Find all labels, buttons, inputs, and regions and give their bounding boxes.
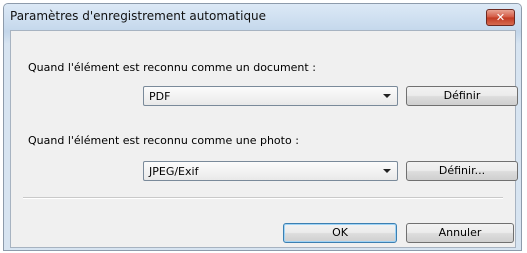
photo-format-select[interactable]: JPEG/Exif — [143, 161, 398, 181]
document-format-value: PDF — [149, 90, 171, 103]
close-button[interactable]: ✕ — [486, 9, 515, 26]
document-format-select[interactable]: PDF — [143, 86, 398, 106]
close-icon: ✕ — [495, 11, 506, 24]
cancel-button[interactable]: Annuler — [406, 223, 514, 243]
chevron-down-icon — [383, 94, 391, 98]
title-bar[interactable]: Paramètres d'enregistrement automatique … — [4, 4, 521, 30]
separator — [23, 197, 503, 199]
photo-define-button[interactable]: Définir... — [406, 161, 518, 181]
chevron-down-icon — [383, 169, 391, 173]
document-define-button[interactable]: Définir — [406, 86, 518, 106]
document-section-label: Quand l'élément est reconnu comme un doc… — [28, 61, 316, 74]
dialog-content: Quand l'élément est reconnu comme un doc… — [10, 30, 518, 248]
photo-format-value: JPEG/Exif — [149, 165, 199, 178]
ok-button[interactable]: OK — [283, 223, 397, 243]
dialog-title: Paramètres d'enregistrement automatique — [10, 9, 267, 23]
dialog-window: Paramètres d'enregistrement automatique … — [3, 3, 522, 251]
photo-section-label: Quand l'élément est reconnu comme une ph… — [28, 134, 299, 147]
